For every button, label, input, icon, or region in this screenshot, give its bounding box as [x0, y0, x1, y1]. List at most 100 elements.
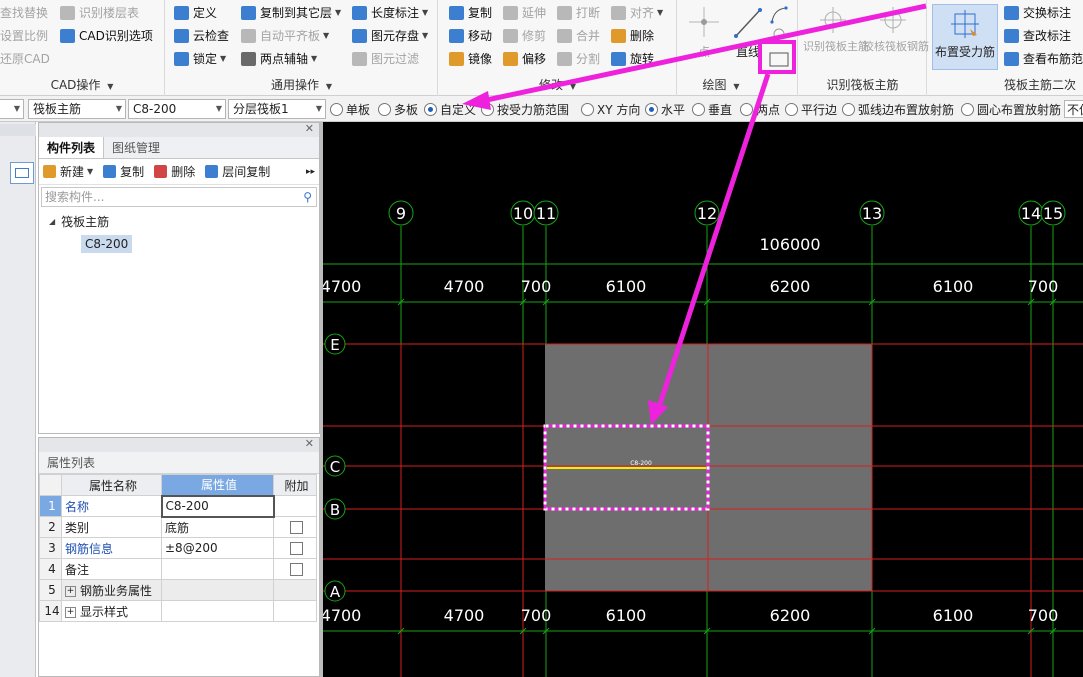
radio-arc-radial[interactable]: 弧线边布置放射筋 — [842, 100, 954, 118]
layer-view-icon[interactable] — [10, 162, 34, 184]
swap-label-button[interactable]: 交换标注 — [1004, 3, 1071, 23]
tab-drawing-management[interactable]: 图纸管理 — [104, 137, 168, 158]
identify-floor-table-button[interactable]: 识别楼层表 — [60, 3, 139, 23]
mirror-button[interactable]: 镜像 — [449, 49, 492, 69]
copy-component-button[interactable]: 复制 — [103, 163, 144, 180]
copy-to-other-floor-button[interactable]: 复制到其它层 ▼ — [241, 3, 341, 23]
more-icon[interactable]: ▸▸ — [306, 167, 315, 177]
column-axis-bubble[interactable]: 13 — [859, 200, 885, 226]
copy-button[interactable]: 复制 — [449, 3, 492, 23]
offset-select[interactable]: 不偏 — [1064, 100, 1083, 118]
remark-value[interactable] — [161, 558, 274, 580]
cad-group-label[interactable]: CAD操作 ▼ — [0, 76, 164, 93]
check-raft-rebar-button[interactable]: 校核筏板钢筋 — [863, 4, 929, 54]
radio-center-radial-label: 圆心布置放射筋 — [977, 102, 1062, 117]
split-button[interactable]: 分割 — [557, 49, 600, 69]
attach-checkbox[interactable] — [290, 563, 303, 576]
trim-button[interactable]: 修剪 — [503, 26, 546, 46]
define-button[interactable]: 定义 — [174, 3, 217, 23]
cad-drawing-canvas[interactable]: C8-200 9 10 11 12 13 14 15 ECBA 106000 4700 470… — [323, 122, 1083, 677]
column-axis-bubble[interactable]: 9 — [388, 200, 414, 226]
component-name-select[interactable]: C8-200 ▼ — [128, 99, 226, 119]
table-row: 1 名称 C8-200 — [39, 494, 317, 518]
rotate-button[interactable]: 旋转 — [611, 49, 654, 69]
view-rebar-range-button[interactable]: 查看布筋范 — [1004, 49, 1083, 69]
merge-button[interactable]: 合并 — [557, 26, 600, 46]
column-axis-bubble[interactable]: 15 — [1040, 200, 1066, 226]
break-button[interactable]: 打断 — [557, 3, 600, 23]
place-stress-rebar-button[interactable]: 布置受力筋 — [932, 4, 998, 70]
draw-line-button[interactable]: 直线 — [728, 4, 768, 61]
column-axis-bubble[interactable]: 10 — [510, 200, 536, 226]
element-save-button[interactable]: 图元存盘 ▼ — [352, 26, 428, 46]
delete-button[interactable]: 删除 — [611, 26, 654, 46]
component-type-select[interactable]: 筏板主筋 ▼ — [28, 99, 126, 119]
query-edit-label-button[interactable]: 查改标注 — [1004, 26, 1071, 46]
cloud-check-button[interactable]: 云检查 — [174, 26, 229, 46]
row-axis-bubble[interactable]: A — [324, 580, 346, 602]
recognize-raft-rebar-button[interactable]: 识别筏板主筋 — [803, 4, 869, 54]
two-point-axis-button[interactable]: 两点辅轴 ▼ — [241, 49, 317, 69]
align-button[interactable]: 对齐 ▼ — [611, 3, 663, 23]
lock-button[interactable]: 锁定 ▼ — [174, 49, 226, 69]
copy-between-floors-button[interactable]: 层间复制 — [205, 163, 270, 180]
row-axis-bubble[interactable]: E — [324, 333, 346, 355]
radio-center-radial[interactable]: 圆心布置放射筋 — [961, 100, 1061, 118]
property-group-rebar-business[interactable]: + 钢筋业务属性 — [61, 579, 162, 601]
radio-parallel-edge[interactable]: 平行边 — [785, 100, 837, 118]
expand-plus-icon[interactable]: + — [65, 606, 76, 618]
restore-cad-button[interactable]: 还原CAD — [0, 49, 50, 69]
column-axis-bubble[interactable]: 14 — [1018, 200, 1044, 226]
expand-plus-icon[interactable]: + — [65, 585, 76, 597]
attach-checkbox[interactable] — [290, 521, 303, 534]
component-search-input[interactable]: 搜索构件... ⚲ — [41, 187, 317, 207]
set-scale-button[interactable]: 设置比例 — [0, 26, 48, 46]
new-component-button[interactable]: 新建 ▼ — [43, 163, 93, 180]
close-icon[interactable]: ✕ — [305, 437, 314, 450]
property-group-display-style[interactable]: + 显示样式 — [61, 600, 162, 622]
radio-horizontal[interactable]: 水平 — [645, 100, 685, 118]
floor-select[interactable]: ▼ — [0, 99, 24, 119]
offset-button[interactable]: 偏移 — [503, 49, 546, 69]
check-rebar-icon — [880, 7, 906, 33]
collapse-triangle-icon[interactable]: ◢ — [49, 217, 55, 226]
property-header-row: 属性名称 属性值 附加 — [39, 474, 317, 496]
draw-circle-button[interactable] — [770, 26, 788, 42]
modify-group-label[interactable]: 修改 ▼ — [439, 76, 676, 93]
tree-item-c8-200[interactable]: C8-200 — [81, 235, 133, 253]
draw-arc-button[interactable] — [768, 4, 790, 26]
row-axis-label: C — [330, 458, 340, 476]
draw-line-label: 直线 — [735, 45, 760, 59]
move-button[interactable]: 移动 — [449, 26, 492, 46]
name-value-input[interactable]: C8-200 — [160, 494, 275, 518]
element-filter-button[interactable]: 图元过滤 — [352, 49, 419, 69]
attach-checkbox[interactable] — [290, 542, 303, 555]
delete-component-button[interactable]: 删除 — [154, 163, 195, 180]
common-group-label[interactable]: 通用操作 ▼ — [166, 76, 437, 93]
rebar-info-value[interactable]: ±8@200 — [161, 537, 274, 559]
radio-vertical[interactable]: 垂直 — [692, 100, 732, 118]
radio-by-stress-range[interactable]: 按受力筋范围 — [481, 100, 569, 118]
column-axis-bubble[interactable]: 12 — [694, 200, 720, 226]
draw-point-button[interactable]: 点 — [684, 4, 724, 61]
draw-rectangle-button[interactable] — [764, 47, 794, 73]
auto-align-slab-button[interactable]: 自动平齐板 ▼ — [241, 26, 329, 46]
radio-custom[interactable]: 自定义 — [424, 100, 476, 118]
radio-two-points[interactable]: 两点 — [740, 100, 780, 118]
radio-xy-direction[interactable]: XY 方向 — [581, 100, 640, 118]
find-replace-button[interactable]: 查找替换 — [0, 3, 48, 23]
close-icon[interactable]: ✕ — [305, 122, 314, 135]
row-axis-bubble[interactable]: B — [324, 498, 346, 520]
tab-component-list[interactable]: 构件列表 — [39, 137, 105, 158]
tree-item-raft-rebar[interactable]: ◢ 筏板主筋 — [49, 213, 109, 230]
category-value[interactable]: 底筋 — [161, 516, 274, 538]
radio-multi-slab[interactable]: 多板 — [378, 100, 418, 118]
column-axis-bubble[interactable]: 11 — [533, 200, 559, 226]
layer-select[interactable]: 分层筏板1 ▼ — [228, 99, 326, 119]
draw-group-label[interactable]: 绘图 ▼ — [678, 76, 764, 93]
row-axis-bubble[interactable]: C — [324, 455, 346, 477]
radio-single-slab[interactable]: 单板 — [330, 100, 370, 118]
length-dim-button[interactable]: 长度标注 ▼ — [352, 3, 428, 23]
extend-button[interactable]: 延伸 — [503, 3, 546, 23]
cad-options-button[interactable]: CAD识别选项 — [60, 26, 153, 46]
